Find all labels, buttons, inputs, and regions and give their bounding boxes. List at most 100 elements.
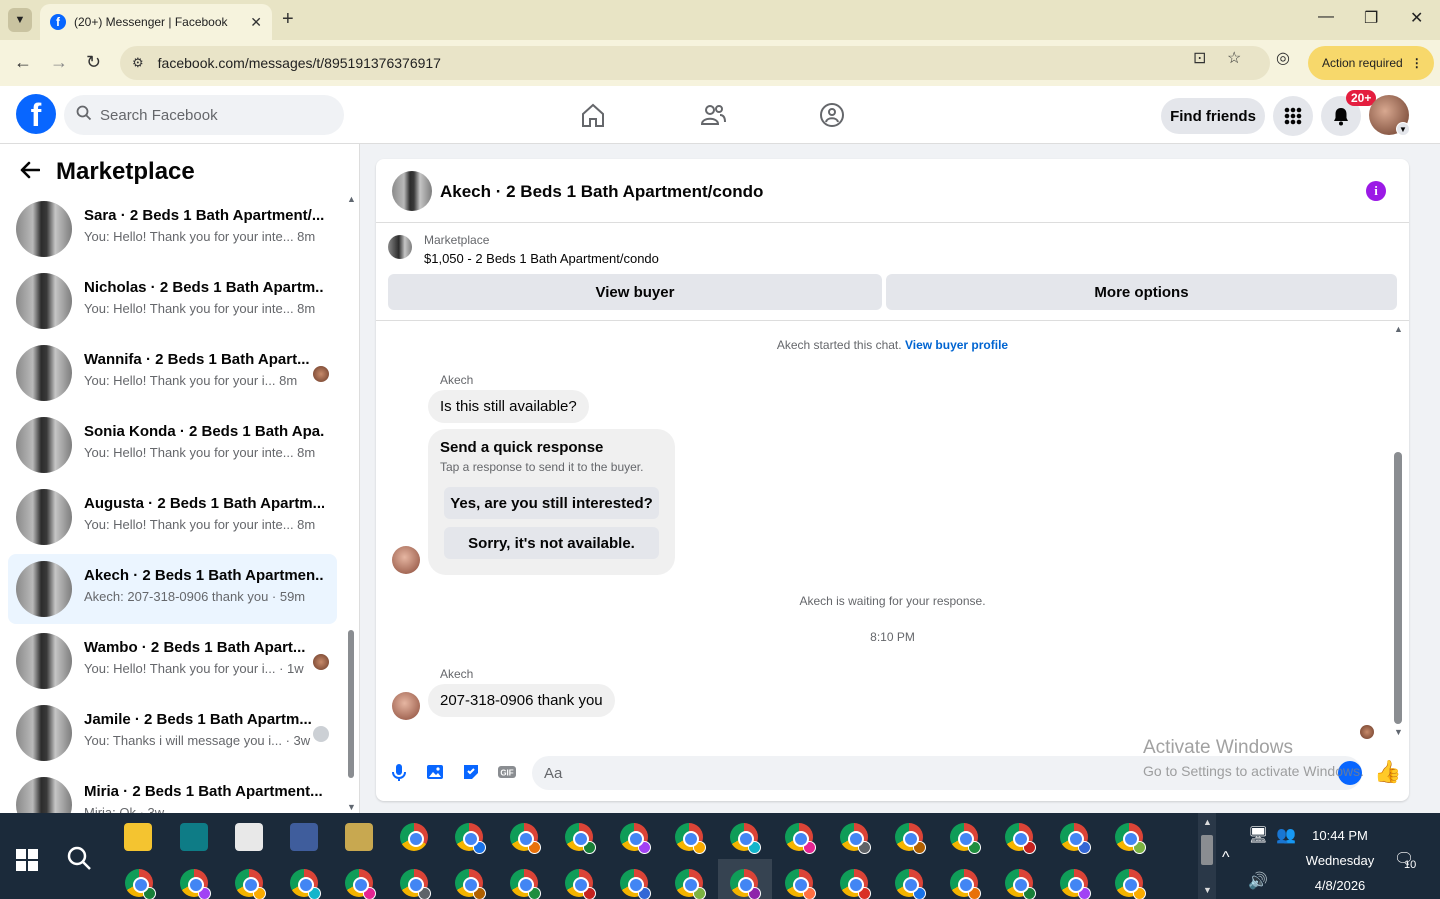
app-icon[interactable] (235, 823, 263, 851)
chrome-icon[interactable] (840, 823, 871, 854)
back-icon[interactable]: ← (14, 52, 32, 73)
chrome-icon[interactable] (235, 869, 266, 899)
new-tab-icon[interactable]: + (282, 8, 294, 31)
chrome-icon[interactable] (455, 869, 486, 899)
quick-reply-no-button[interactable]: Sorry, it's not available. (444, 527, 659, 559)
site-info-icon[interactable]: ⚙ (132, 55, 144, 71)
chrome-icon[interactable] (455, 823, 486, 854)
groups-icon[interactable] (817, 100, 847, 130)
gif-icon[interactable]: GIF (496, 761, 518, 783)
chevron-up-icon[interactable]: ^ (1222, 849, 1230, 867)
conversation-item[interactable]: Nicholas · 2 Beds 1 Bath Apartm... You: H… (8, 266, 337, 336)
app-icon[interactable] (290, 823, 318, 851)
chevron-down-icon[interactable]: ▼ (1396, 122, 1410, 136)
file-explorer-icon[interactable] (124, 823, 152, 851)
sender-avatar[interactable] (392, 546, 420, 574)
chrome-icon[interactable] (895, 823, 926, 854)
scroll-up-icon[interactable]: ▲ (1394, 324, 1403, 334)
conversation-item[interactable]: Wambo · 2 Beds 1 Bath Apart... You: Hello… (8, 626, 337, 696)
profile-icon[interactable]: ◎ (1276, 48, 1290, 68)
chrome-icon[interactable] (785, 869, 816, 899)
back-arrow-icon[interactable] (20, 159, 41, 185)
taskbar-scroll[interactable]: ▲ ▼ (1198, 813, 1216, 899)
more-options-button[interactable]: More options (886, 274, 1397, 310)
conversation-list-scrollbar[interactable]: ▲ ▼ (347, 194, 356, 814)
chrome-icon[interactable] (675, 869, 706, 899)
chat-scrollbar-thumb[interactable] (1394, 452, 1402, 724)
conversation-item[interactable]: Sara · 2 Beds 1 Bath Apartment/... You: H… (8, 194, 337, 264)
chrome-icon[interactable] (1115, 869, 1146, 899)
windows-start-icon[interactable] (16, 849, 38, 871)
conversation-item[interactable]: Miria · 2 Beds 1 Bath Apartment... Miria:… (8, 770, 337, 814)
tab-search-dropdown-icon[interactable]: ▼ (8, 8, 32, 32)
volume-icon[interactable]: 🔊 (1248, 871, 1268, 891)
taskbar-search-icon[interactable] (66, 845, 92, 878)
scroll-down-icon[interactable]: ▼ (347, 802, 356, 812)
listing-item[interactable]: $1,050 - 2 Beds 1 Bath Apartment/condo (424, 251, 659, 266)
friends-icon[interactable] (698, 100, 728, 130)
menu-grid-button[interactable] (1273, 96, 1313, 136)
sticker-icon[interactable] (460, 761, 482, 783)
close-window-icon[interactable]: ✕ (1410, 8, 1423, 28)
conversation-item[interactable]: Akech · 2 Beds 1 Bath Apartmen... Akech: … (8, 554, 337, 624)
conversation-item[interactable]: Jamile · 2 Beds 1 Bath Apartm... You: Tha… (8, 698, 337, 768)
view-buyer-profile-link[interactable]: View buyer profile (905, 338, 1008, 352)
listing-avatar[interactable] (392, 171, 432, 211)
chrome-icon[interactable] (510, 869, 541, 899)
search-input[interactable] (100, 106, 320, 124)
network-icon[interactable]: 🖥 (1248, 825, 1268, 845)
minimize-icon[interactable]: — (1318, 8, 1334, 26)
reload-icon[interactable]: ↻ (86, 52, 101, 73)
chrome-icon[interactable] (345, 869, 376, 899)
view-buyer-button[interactable]: View buyer (388, 274, 882, 310)
forward-icon[interactable]: → (50, 52, 68, 73)
chrome-icon[interactable] (1115, 823, 1146, 854)
search-box[interactable] (64, 95, 344, 135)
chrome-icon[interactable] (1060, 869, 1091, 899)
photo-icon[interactable] (424, 761, 446, 783)
teams-icon[interactable]: 👥 (1276, 825, 1296, 845)
quick-reply-yes-button[interactable]: Yes, are you still interested? (444, 487, 659, 519)
chrome-icon[interactable] (1060, 823, 1091, 854)
install-app-icon[interactable]: ⊡ (1193, 48, 1206, 68)
info-icon[interactable]: i (1366, 181, 1386, 201)
scroll-down-icon[interactable]: ▼ (1394, 727, 1403, 737)
browser-tab[interactable]: f (20+) Messenger | Facebook ✕ (40, 4, 272, 40)
restore-icon[interactable]: ❐ (1364, 8, 1378, 28)
scroll-up-icon[interactable]: ▲ (1203, 817, 1212, 827)
chrome-icon[interactable] (840, 869, 871, 899)
app-icon[interactable] (180, 823, 208, 851)
chrome-icon[interactable] (565, 823, 596, 854)
sender-avatar[interactable] (392, 692, 420, 720)
home-icon[interactable] (578, 100, 608, 130)
chrome-icon[interactable] (730, 823, 761, 854)
chat-title[interactable]: Akech · 2 Beds 1 Bath Apartment/condo (440, 182, 763, 202)
chrome-icon[interactable] (510, 823, 541, 854)
chrome-icon[interactable] (895, 869, 926, 899)
scrollbar-thumb[interactable] (348, 630, 354, 778)
chrome-icon[interactable] (730, 869, 761, 899)
chrome-icon[interactable] (400, 823, 428, 851)
conversation-item[interactable]: Sonia Konda · 2 Beds 1 Bath Apa... You: H… (8, 410, 337, 480)
close-tab-icon[interactable]: ✕ (250, 14, 262, 31)
system-clock[interactable]: 10:44 PM Wednesday 4/8/2026 (1300, 823, 1380, 898)
scroll-up-icon[interactable]: ▲ (347, 194, 356, 204)
scroll-down-icon[interactable]: ▼ (1203, 885, 1212, 895)
chrome-icon[interactable] (290, 869, 321, 899)
chrome-icon[interactable] (125, 869, 156, 899)
chrome-icon[interactable] (675, 823, 706, 854)
chrome-icon[interactable] (950, 823, 981, 854)
listing-thumbnail[interactable] (388, 235, 412, 259)
action-required-button[interactable]: Action required ⋮ (1308, 46, 1434, 80)
url-field[interactable]: ⚙ facebook.com/messages/t/89519137637691… (120, 46, 1270, 80)
chrome-icon[interactable] (950, 869, 981, 899)
microphone-icon[interactable] (388, 761, 410, 783)
bookmark-star-icon[interactable]: ☆ (1227, 48, 1241, 68)
find-friends-button[interactable]: Find friends (1161, 98, 1265, 134)
taskbar-scroll-thumb[interactable] (1201, 835, 1213, 865)
chrome-icon[interactable] (1005, 869, 1036, 899)
chrome-icon[interactable] (620, 869, 651, 899)
thumbs-up-icon[interactable]: 👍 (1374, 759, 1401, 785)
chrome-icon[interactable] (1005, 823, 1036, 854)
app-icon[interactable] (345, 823, 373, 851)
